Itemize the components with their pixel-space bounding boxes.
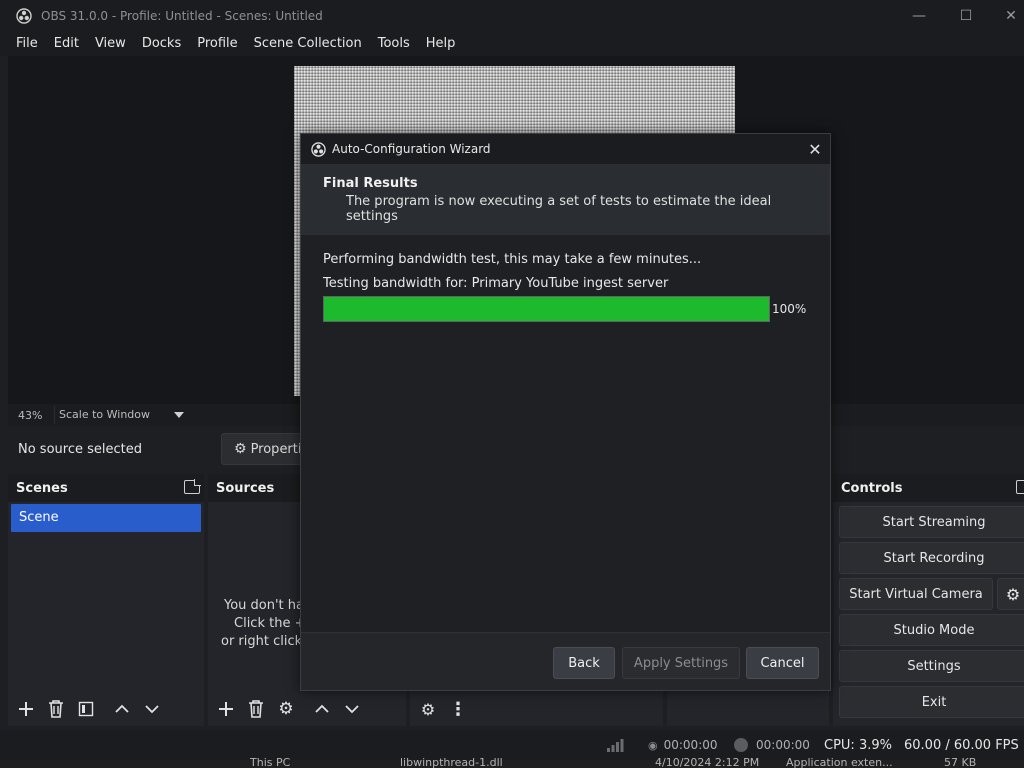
controls-dock-header: Controls: [833, 474, 1024, 502]
add-source-button[interactable]: [212, 695, 240, 723]
maximize-button[interactable]: ☐: [943, 0, 989, 32]
trash-icon: [49, 700, 63, 718]
mixer-menu-button[interactable]: ⋮: [444, 695, 472, 723]
gear-icon: ⚙: [278, 699, 294, 719]
wizard-titlebar: Auto-Configuration Wizard ✕: [301, 134, 830, 164]
stream-icon: ◉: [648, 738, 658, 752]
zoom-level: 43%: [18, 408, 43, 422]
menu-file[interactable]: File: [8, 32, 46, 56]
start-streaming-button[interactable]: Start Streaming: [839, 506, 1024, 538]
taskbar-item-this-pc[interactable]: This PC: [250, 756, 290, 768]
scenes-dock: Scenes Scene: [8, 474, 204, 726]
wizard-header: Final Results The program is now executi…: [301, 164, 830, 235]
wizard-page-title: Final Results: [323, 176, 418, 191]
controls-title: Controls: [841, 480, 903, 496]
plus-icon: [219, 702, 233, 716]
source-properties-button[interactable]: ⚙: [272, 695, 300, 723]
window-titlebar: OBS 31.0.0 - Profile: Untitled - Scenes:…: [0, 0, 1024, 32]
audio-mixer-toolbar: ⚙ ⋮: [410, 692, 474, 726]
properties-label: Properti: [250, 441, 302, 457]
start-virtual-camera-button[interactable]: Start Virtual Camera: [839, 578, 993, 610]
scenes-toolbar: [8, 692, 168, 726]
settings-button[interactable]: Settings: [839, 650, 1024, 682]
menu-edit[interactable]: Edit: [46, 32, 87, 56]
more-vertical-icon: ⋮: [449, 698, 467, 720]
chevron-down-icon: [345, 705, 359, 714]
back-button[interactable]: Back: [553, 647, 615, 679]
undock-icon[interactable]: [1016, 480, 1024, 494]
scenes-dock-header: Scenes: [8, 474, 204, 502]
chevron-down-icon: [174, 412, 184, 418]
minimize-button[interactable]: —: [896, 0, 942, 32]
obs-logo-icon: [16, 8, 32, 24]
scene-filter-button[interactable]: [72, 695, 100, 723]
wizard-title: Auto-Configuration Wizard: [332, 142, 491, 156]
controls-dock: Controls Start Streaming Start Recording…: [833, 474, 1024, 726]
chevron-up-icon: [115, 704, 129, 713]
stream-time: 00:00:00: [663, 738, 718, 752]
scene-list-item[interactable]: Scene: [11, 504, 201, 532]
chevron-down-icon: [145, 705, 159, 714]
menu-bar: File Edit View Docks Profile Scene Colle…: [0, 32, 1024, 56]
gear-icon: ⚙: [234, 441, 247, 457]
move-source-up-button[interactable]: [308, 695, 336, 723]
menu-docks[interactable]: Docks: [134, 32, 189, 56]
taskbar: This PC libwinpthread-1.dll 4/10/2024 2:…: [0, 756, 1024, 768]
sources-toolbar: ⚙: [208, 692, 368, 726]
add-scene-button[interactable]: [12, 695, 40, 723]
remove-scene-button[interactable]: [42, 695, 70, 723]
wizard-page-subtitle: The program is now executing a set of te…: [346, 194, 772, 224]
menu-help[interactable]: Help: [418, 32, 464, 56]
menu-tools[interactable]: Tools: [370, 32, 418, 56]
auto-config-wizard-dialog: Auto-Configuration Wizard ✕ Final Result…: [300, 133, 831, 691]
exit-button[interactable]: Exit: [839, 686, 1024, 718]
taskbar-file-date: 4/10/2024 2:12 PM: [655, 756, 760, 768]
close-window-button[interactable]: ✕: [988, 0, 1024, 32]
taskbar-file-type: Application exten...: [786, 756, 893, 768]
record-icon: [734, 738, 748, 752]
undock-icon[interactable]: [184, 479, 201, 494]
cancel-button[interactable]: Cancel: [746, 647, 819, 679]
menu-profile[interactable]: Profile: [189, 32, 245, 56]
gears-icon: ⚙: [420, 699, 436, 719]
close-icon[interactable]: ✕: [800, 134, 830, 164]
wizard-footer: Back Apply Settings Cancel: [301, 632, 830, 690]
menu-scene-collection[interactable]: Scene Collection: [246, 32, 370, 56]
taskbar-file-name[interactable]: libwinpthread-1.dll: [400, 756, 503, 768]
progress-percent: 100%: [772, 302, 807, 316]
move-source-down-button[interactable]: [338, 695, 366, 723]
apply-settings-button[interactable]: Apply Settings: [622, 647, 740, 679]
test-status-line: Performing bandwidth test, this may take…: [323, 252, 702, 267]
sources-title: Sources: [216, 480, 275, 496]
move-scene-up-button[interactable]: [108, 695, 136, 723]
taskbar-file-size: 57 KB: [944, 756, 977, 768]
trash-icon: [249, 700, 263, 718]
chevron-up-icon: [315, 704, 329, 713]
scale-mode-label: Scale to Window: [59, 408, 151, 421]
no-source-label: No source selected: [18, 441, 142, 457]
test-server-line: Testing bandwidth for: Primary YouTube i…: [323, 276, 669, 291]
scale-mode-select[interactable]: Scale to Window: [54, 406, 184, 424]
bandwidth-progress-bar: [323, 296, 770, 322]
studio-mode-button[interactable]: Studio Mode: [839, 614, 1024, 646]
network-status: [606, 730, 624, 760]
plus-icon: [19, 702, 33, 716]
virtual-camera-settings-button[interactable]: ⚙: [997, 578, 1024, 610]
remove-source-button[interactable]: [242, 695, 270, 723]
move-scene-down-button[interactable]: [138, 695, 166, 723]
advanced-audio-button[interactable]: ⚙: [414, 695, 442, 723]
progress-fill: [324, 297, 769, 321]
obs-logo-icon: [311, 141, 326, 157]
record-time: 00:00:00: [756, 738, 810, 752]
gear-icon: ⚙: [1005, 584, 1021, 604]
filter-icon: [78, 701, 94, 717]
menu-view[interactable]: View: [87, 32, 134, 56]
start-recording-button[interactable]: Start Recording: [839, 542, 1024, 574]
scenes-title: Scenes: [16, 480, 68, 496]
wizard-body: Performing bandwidth test, this may take…: [301, 235, 830, 633]
signal-bars-icon: [607, 739, 624, 752]
window-title: OBS 31.0.0 - Profile: Untitled - Scenes:…: [41, 9, 323, 23]
